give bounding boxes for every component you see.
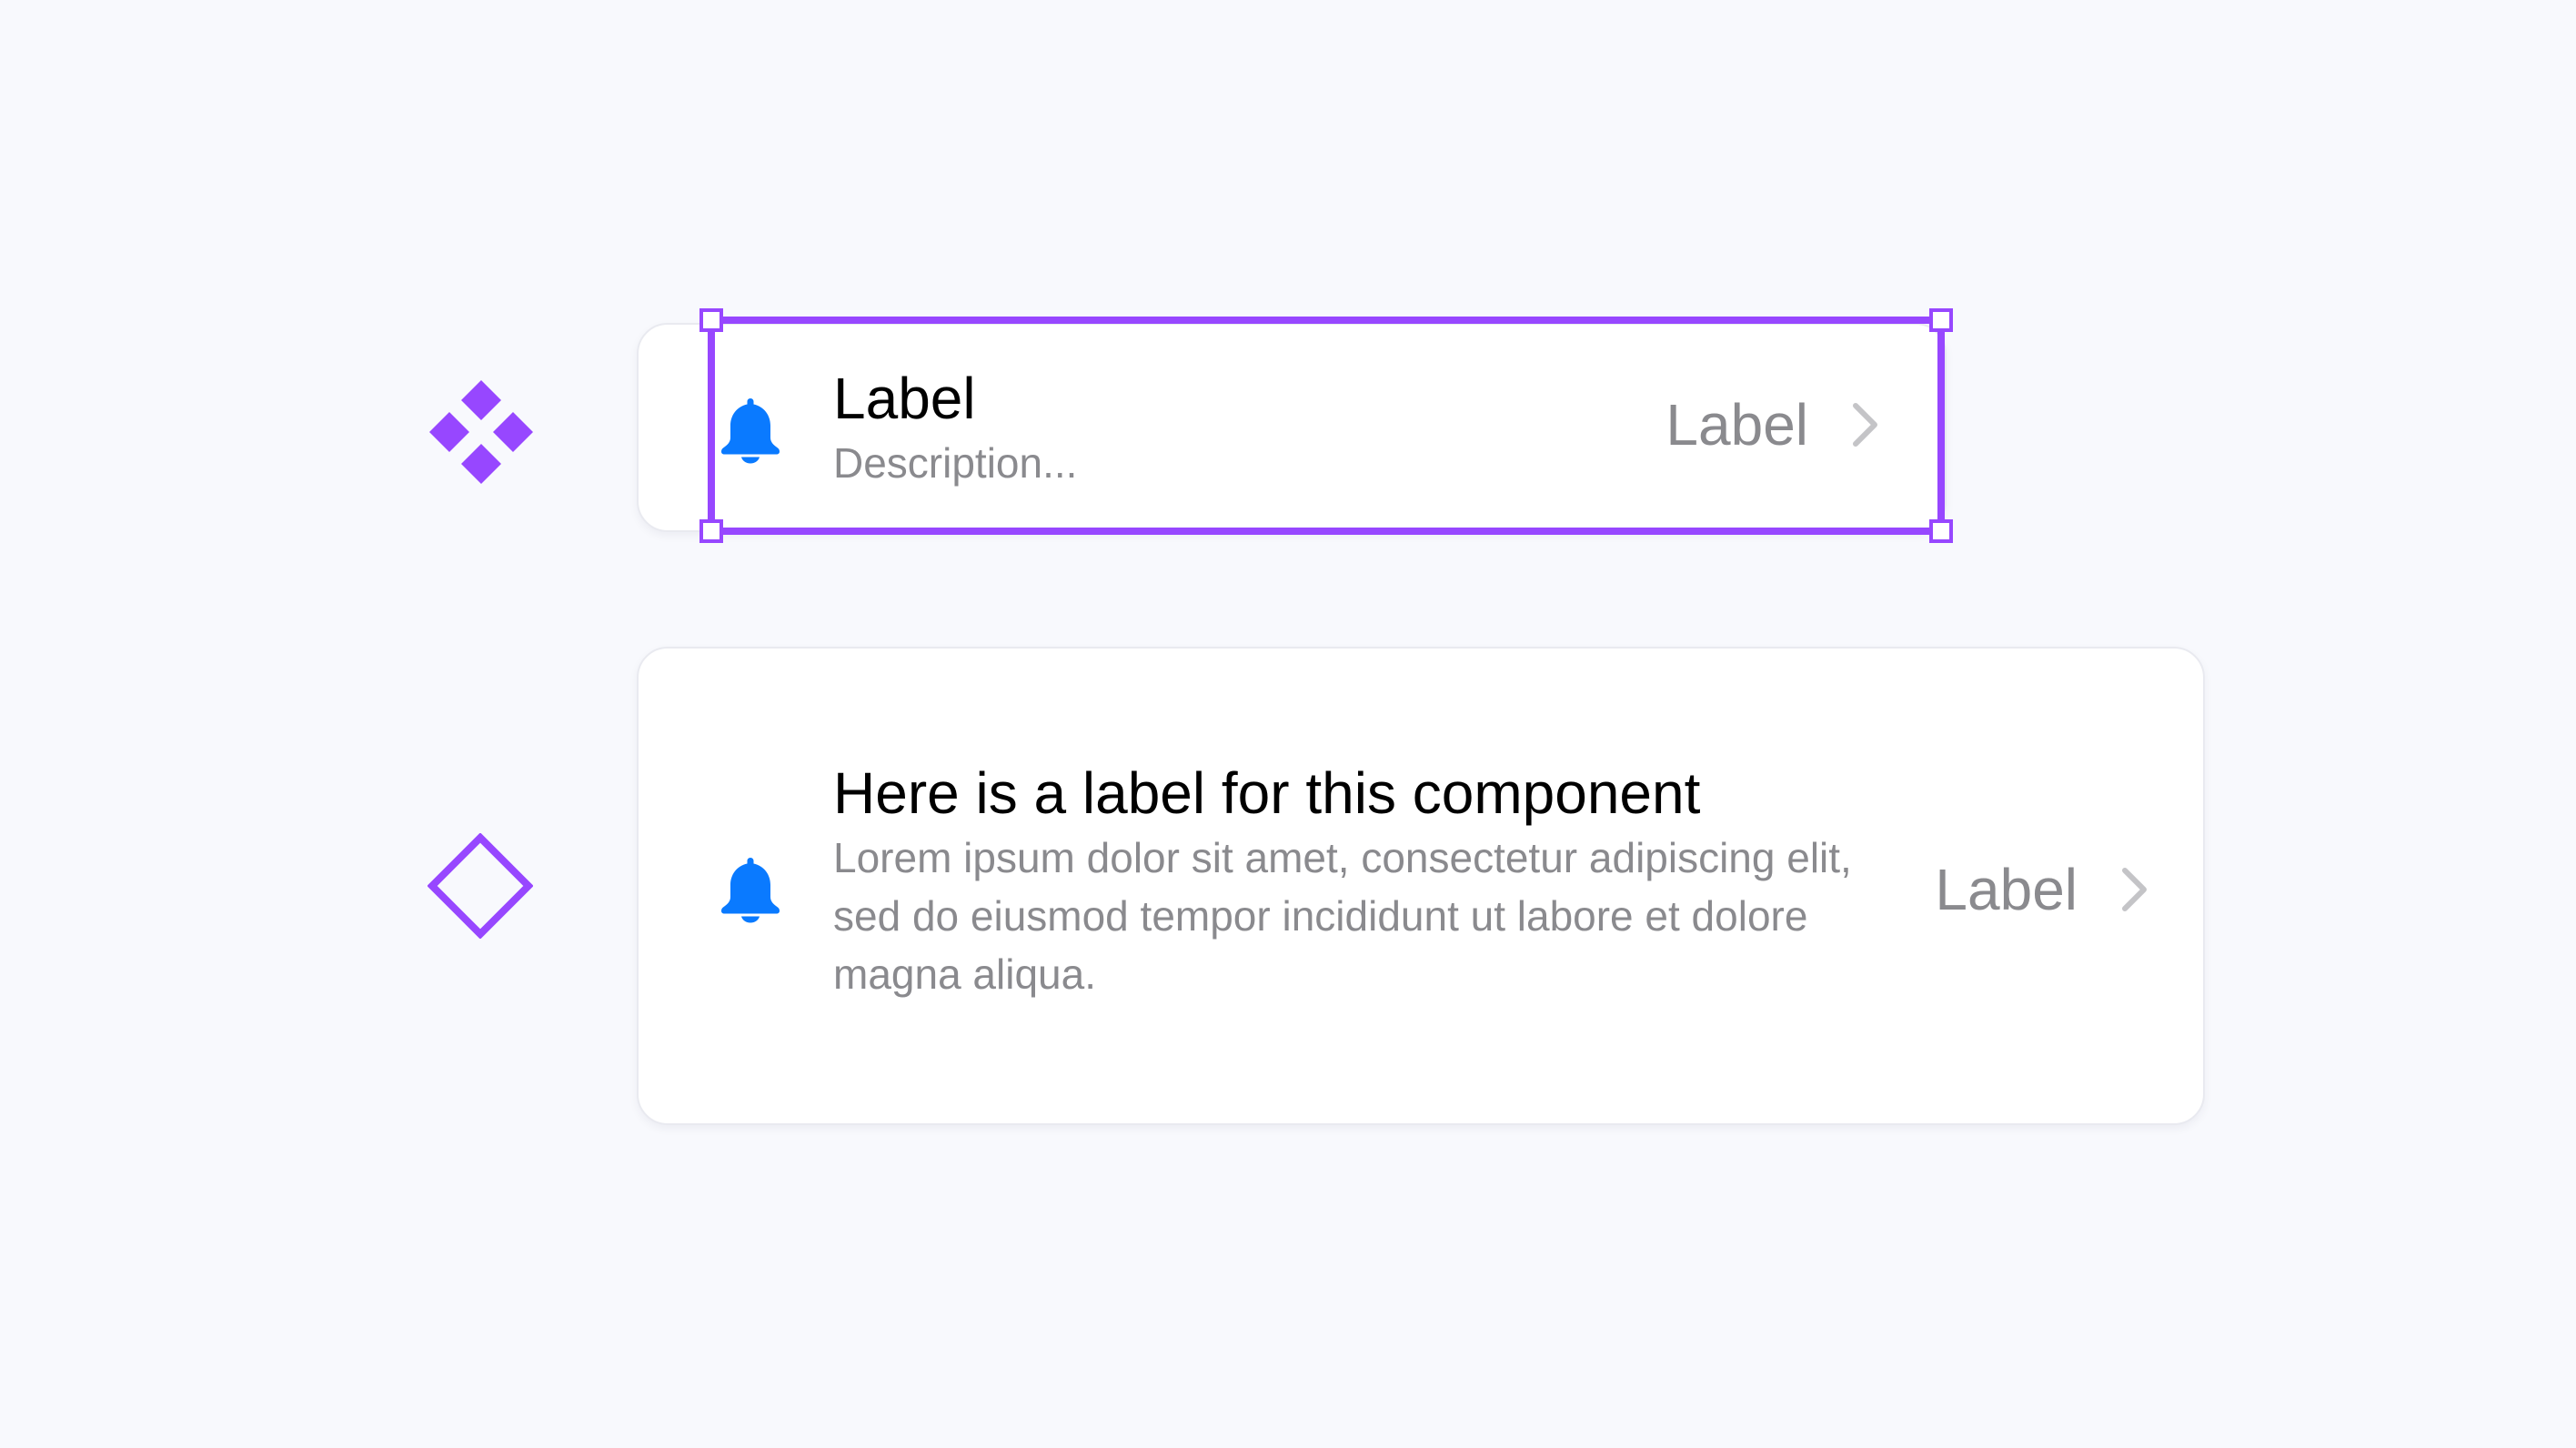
trailing-label: Label [1935,857,2078,922]
resize-handle-top-left[interactable] [699,308,723,332]
bell-icon [720,856,780,923]
item-text: Here is a label for this component Lorem… [833,758,1861,1003]
chevron-right-icon [2119,866,2150,913]
component-instance-icon [428,833,533,939]
list-item-expanded[interactable]: Here is a label for this component Lorem… [637,647,2205,1125]
item-trailing[interactable]: Label [1935,853,2150,926]
component-main-icon [429,380,533,484]
resize-handle-bottom-left[interactable] [699,519,723,543]
resize-handle-top-right[interactable] [1929,308,1953,332]
item-description: Lorem ipsum dolor sit amet, consectetur … [833,834,1852,998]
item-title: Here is a label for this component [833,760,1701,826]
resize-handle-bottom-right[interactable] [1929,519,1953,543]
selection-frame[interactable] [699,308,1953,543]
